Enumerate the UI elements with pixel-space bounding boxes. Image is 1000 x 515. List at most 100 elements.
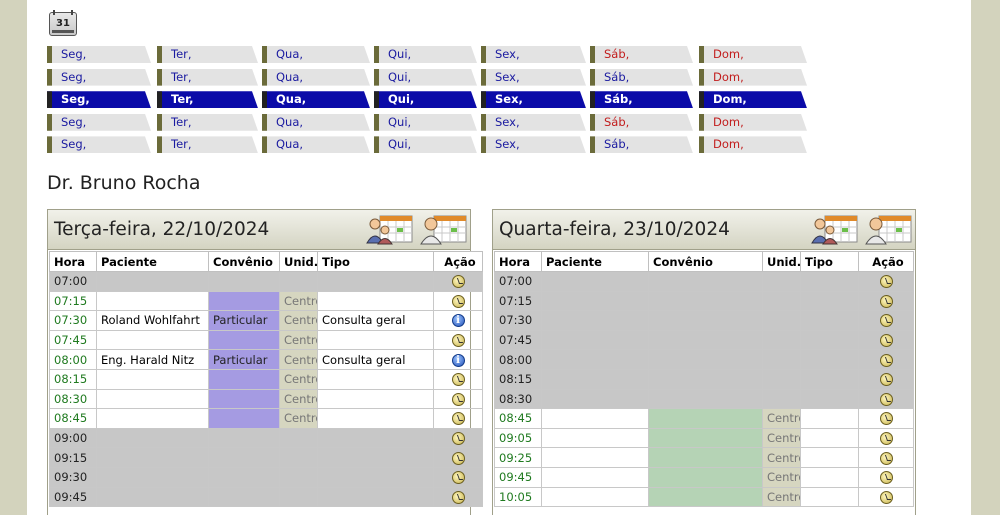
table-row[interactable]: 07:00 (49, 271, 483, 292)
action-cell (858, 466, 914, 488)
clock-icon[interactable] (879, 373, 893, 387)
table-row[interactable]: 07:00 (494, 271, 914, 292)
day-link[interactable]: Sex, 18/10/2024 (481, 69, 586, 86)
table-row[interactable]: 07:45 (494, 329, 914, 351)
day-link[interactable]: Dom, 10/11/2024 (699, 136, 807, 153)
table-row[interactable]: 08:00 (494, 349, 914, 370)
day-link[interactable]: Sex, 11/10/2024 (481, 46, 586, 63)
table-row[interactable]: 08:15 Centro (49, 368, 483, 390)
table-row[interactable]: 07:30 (494, 310, 914, 331)
table-row[interactable]: 07:15 Centro (49, 290, 483, 312)
day-link[interactable]: Dom, 27/10/2024 (699, 91, 807, 108)
time-cell: 09:05 (494, 427, 542, 449)
patient-cell (541, 486, 649, 508)
day-link[interactable]: Seg, 21/10/2024 (47, 91, 151, 108)
day-link[interactable]: Ter, 29/10/2024 (157, 114, 258, 131)
info-icon[interactable]: i (451, 314, 465, 328)
clock-icon[interactable] (451, 373, 465, 387)
action-cell (858, 408, 914, 429)
type-cell: Consulta geral (317, 310, 434, 331)
day-link[interactable]: Qua, 09/10/2024 (262, 46, 370, 63)
patient-cell (541, 271, 649, 292)
day-link[interactable]: Sáb, 19/10/2024 (590, 69, 693, 86)
clock-icon[interactable] (879, 471, 893, 485)
clock-icon[interactable] (451, 275, 465, 289)
clock-icon[interactable] (879, 392, 893, 406)
table-row[interactable]: 08:00Eng. Harald NitzParticularCentroCon… (49, 349, 483, 370)
table-row[interactable]: 09:25 Centro (494, 447, 914, 468)
table-row[interactable]: 07:30Roland WohlfahrtParticularCentroCon… (49, 310, 483, 331)
table-row[interactable]: 08:15 (494, 368, 914, 390)
day-link[interactable]: Ter, 15/10/2024 (157, 69, 258, 86)
info-icon[interactable]: i (451, 353, 465, 367)
day-link[interactable]: Qua, 06/11/2024 (262, 136, 370, 153)
table-row[interactable]: 09:45 Centro (494, 466, 914, 488)
table-row[interactable]: 08:30 (494, 388, 914, 410)
clock-icon[interactable] (451, 471, 465, 485)
group-schedule-icon[interactable] (366, 213, 414, 245)
column-header-hora: Hora (49, 251, 97, 272)
day-link[interactable]: Qui, 10/10/2024 (374, 46, 477, 63)
clock-icon[interactable] (879, 451, 893, 465)
day-link[interactable]: Ter, 05/11/2024 (157, 136, 258, 153)
table-row[interactable]: 08:45 Centro (49, 408, 483, 429)
day-link[interactable]: Qua, 16/10/2024 (262, 69, 370, 86)
unit-cell (762, 349, 801, 370)
day-link[interactable]: Seg, 07/10/2024 (47, 46, 151, 63)
group-schedule-icon[interactable] (811, 213, 859, 245)
day-link[interactable]: Sáb, 02/11/2024 (590, 114, 693, 131)
table-row[interactable]: 10:05 Centro (494, 486, 914, 508)
unit-cell (762, 271, 801, 292)
day-link[interactable]: Sáb, 26/10/2024 (590, 91, 693, 108)
day-link[interactable]: Sex, 25/10/2024 (481, 91, 586, 108)
clock-icon[interactable] (879, 432, 893, 446)
day-link[interactable]: Dom, 13/10/2024 (699, 46, 807, 63)
person-schedule-icon[interactable] (865, 213, 913, 245)
day-link[interactable]: Sex, 01/11/2024 (481, 114, 586, 131)
day-link[interactable]: Dom, 20/10/2024 (699, 69, 807, 86)
day-link[interactable]: Qua, 30/10/2024 (262, 114, 370, 131)
clock-icon[interactable] (879, 334, 893, 348)
clock-icon[interactable] (451, 451, 465, 465)
table-row[interactable]: 08:45 Centro (494, 408, 914, 429)
table-row[interactable]: 07:45 Centro (49, 329, 483, 351)
clock-icon[interactable] (879, 490, 893, 504)
clock-icon[interactable] (451, 334, 465, 348)
day-link[interactable]: Seg, 28/10/2024 (47, 114, 151, 131)
clock-icon[interactable] (879, 353, 893, 367)
day-link[interactable]: Qui, 17/10/2024 (374, 69, 477, 86)
table-row[interactable]: 09:30 (49, 466, 483, 488)
table-row[interactable]: 09:00 (49, 427, 483, 449)
clock-icon[interactable] (451, 412, 465, 426)
table-row[interactable]: 07:15 (494, 290, 914, 312)
day-link[interactable]: Sáb, 09/11/2024 (590, 136, 693, 153)
clock-icon[interactable] (451, 432, 465, 446)
clock-icon[interactable] (879, 294, 893, 308)
table-row[interactable]: 09:05 Centro (494, 427, 914, 449)
day-link[interactable]: Dom, 03/11/2024 (699, 114, 807, 131)
clock-icon[interactable] (451, 392, 465, 406)
day-link[interactable]: Sáb, 12/10/2024 (590, 46, 693, 63)
clock-icon[interactable] (451, 490, 465, 504)
table-row[interactable]: 09:15 (49, 447, 483, 468)
day-link[interactable]: Qua, 23/10/2024 (262, 91, 370, 108)
person-schedule-icon[interactable] (420, 213, 468, 245)
table-row[interactable]: 09:45 (49, 486, 483, 508)
time-cell: 08:30 (494, 388, 542, 410)
day-link[interactable]: Qui, 24/10/2024 (374, 91, 477, 108)
clock-icon[interactable] (879, 275, 893, 289)
calendar-icon[interactable]: 31 (49, 10, 77, 36)
day-link[interactable]: Ter, 22/10/2024 (157, 91, 258, 108)
day-link[interactable]: Ter, 08/10/2024 (157, 46, 258, 63)
table-row[interactable]: 08:30 Centro (49, 388, 483, 410)
clock-icon[interactable] (879, 412, 893, 426)
action-cell: i (433, 310, 483, 331)
day-link[interactable]: Seg, 14/10/2024 (47, 69, 151, 86)
clock-icon[interactable] (879, 314, 893, 328)
day-link[interactable]: Sex, 08/11/2024 (481, 136, 586, 153)
day-link[interactable]: Qui, 31/10/2024 (374, 114, 477, 131)
day-link[interactable]: Qui, 07/11/2024 (374, 136, 477, 153)
clock-icon[interactable] (451, 294, 465, 308)
patient-cell (541, 329, 649, 351)
day-link[interactable]: Seg, 04/11/2024 (47, 136, 151, 153)
